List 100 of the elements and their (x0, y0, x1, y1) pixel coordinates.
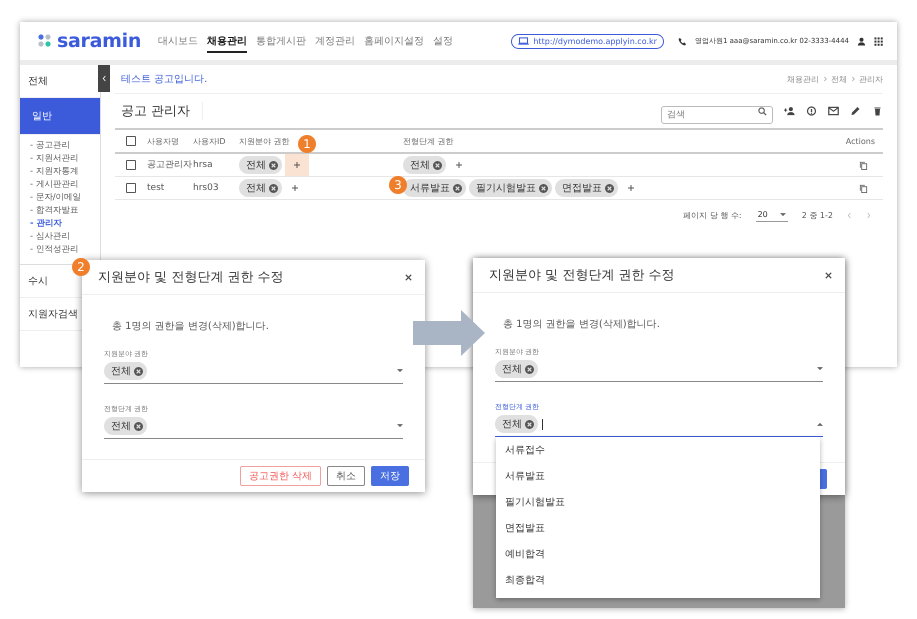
chip[interactable]: 서류발표 (403, 179, 466, 197)
sidebar-subitem[interactable]: - 인적성관리 (30, 244, 90, 256)
plus-icon[interactable] (293, 161, 301, 169)
arrow-icon (413, 310, 485, 356)
caret-icon[interactable] (780, 212, 786, 216)
nav-tab[interactable]: 채용관리 (207, 30, 247, 52)
breadcrumb-item[interactable]: 전체 (831, 74, 847, 84)
dialog-message: 총 1명의 권한을 변경(삭제)합니다. (112, 320, 270, 333)
search-field[interactable]: 검색 (661, 106, 773, 124)
nav-tab[interactable]: 대시보드 (158, 30, 198, 52)
caret-icon[interactable] (817, 422, 823, 426)
chip[interactable]: 면접발표 (555, 179, 618, 197)
sidebar-subitem[interactable]: - 관리자 (30, 218, 90, 230)
menu-option[interactable]: 서류발표 (496, 464, 820, 489)
caret-icon[interactable] (397, 369, 403, 373)
checkbox[interactable] (126, 160, 136, 170)
menu-option[interactable]: 필기시험발표 (496, 490, 820, 515)
close-icon[interactable] (824, 270, 833, 280)
dialog-title: 지원분야 및 전형단계 권한 수정 (98, 269, 284, 286)
remove-icon[interactable] (525, 364, 534, 374)
rows-per-page-label: 페이지 당 행 수: (683, 210, 742, 220)
remove-icon[interactable] (134, 366, 143, 376)
save-button[interactable]: 저장 (371, 466, 409, 486)
chip[interactable]: 전체 (495, 415, 538, 433)
sidebar-item[interactable]: 일반 (20, 98, 100, 135)
notice-text: 테스트 공고입니다. (121, 73, 208, 86)
column-header: 전형단계 권한 (403, 136, 454, 146)
remove-icon[interactable] (525, 420, 534, 428)
chip[interactable]: 전체 (403, 156, 446, 174)
menu-option[interactable]: 최종합격 (496, 568, 820, 593)
laptop-icon (518, 37, 530, 45)
table-cell-text: 공고관리자 (147, 158, 193, 172)
dialog-message: 총 1명의 권한을 변경(삭제)합니다. (503, 318, 661, 331)
add-person-icon[interactable] (784, 106, 795, 116)
close-icon[interactable] (404, 272, 413, 282)
checkbox[interactable] (126, 136, 136, 146)
trash-icon[interactable] (872, 106, 883, 116)
sidebar-subitem[interactable]: - 합격자발표 (30, 204, 90, 216)
mail-icon[interactable] (828, 106, 839, 116)
table-cell-text: hrs03 (193, 182, 220, 194)
checkbox[interactable] (126, 183, 136, 193)
phone-icon (678, 36, 687, 46)
sidebar-subitem[interactable]: - 지원서관리 (30, 152, 90, 164)
chip[interactable]: 전체 (239, 156, 282, 174)
chevron-icon[interactable] (102, 75, 106, 82)
menu-option[interactable]: 예비합격 (496, 542, 820, 567)
chip[interactable]: 전체 (239, 179, 282, 197)
menu-option[interactable]: 면접발표 (496, 516, 820, 541)
sidebar-subitem[interactable]: - 지원자통계 (30, 166, 90, 178)
column-header: 지원분야 권한 (239, 136, 290, 146)
column-header: 사용자명 (147, 136, 179, 146)
person-icon[interactable] (857, 36, 866, 46)
menu-option[interactable]: 서류접수 (496, 438, 820, 463)
column-header: Actions (846, 136, 875, 146)
sidebar-subitem[interactable]: - 문자/이메일 (30, 192, 90, 204)
page-range: 2 중 1-2 (802, 210, 833, 220)
plus-icon[interactable] (627, 184, 635, 192)
chevron-icon (823, 76, 827, 82)
sidebar-subitem[interactable]: - 심사관리 (30, 230, 90, 242)
rows-per-page-select[interactable]: 20 (756, 208, 788, 222)
add-button[interactable] (285, 154, 309, 176)
logo-text: saramin (57, 30, 142, 52)
sidebar-subitem[interactable]: - 게시판관리 (30, 178, 90, 190)
panel-title: 공고 관리자 (121, 102, 204, 120)
remove-icon[interactable] (269, 184, 278, 192)
breadcrumb-item[interactable]: 채용관리 (787, 74, 819, 84)
remove-icon[interactable] (269, 160, 278, 170)
plus-icon[interactable] (455, 161, 463, 169)
caret-icon[interactable] (397, 424, 403, 428)
remove-icon[interactable] (433, 160, 442, 170)
table-cell-text: test (147, 182, 166, 194)
chevron-icon (851, 76, 855, 82)
chip[interactable]: 전체 (104, 417, 147, 435)
dialog-title: 지원분야 및 전형단계 권한 수정 (489, 267, 675, 284)
remove-icon[interactable] (605, 184, 614, 192)
table-cell-text: hrsa (193, 158, 214, 172)
site-link[interactable]: http://dymodemo.applyin.co.kr (511, 34, 664, 48)
apps-icon[interactable] (874, 36, 883, 46)
sidebar-subitem[interactable]: - 공고관리 (30, 140, 90, 152)
chip[interactable]: 필기시험발표 (469, 179, 552, 197)
logo-icon (38, 34, 52, 48)
chip[interactable]: 전체 (495, 360, 538, 378)
plus-icon[interactable] (291, 184, 299, 192)
search-icon (758, 106, 767, 116)
chip[interactable]: 전체 (104, 362, 147, 380)
nav-tab[interactable]: 계정관리 (315, 30, 355, 52)
column-header: 사용자ID (193, 136, 226, 146)
text-cursor (542, 418, 543, 430)
breadcrumb-item[interactable]: 관리자 (859, 74, 883, 84)
info-icon[interactable] (806, 106, 817, 116)
pencil-icon[interactable] (850, 106, 861, 116)
remove-icon[interactable] (453, 184, 462, 192)
copy-icon[interactable] (858, 184, 868, 192)
copy-icon[interactable] (858, 160, 868, 170)
nav-tab[interactable]: 통합게시판 (256, 30, 306, 52)
remove-icon[interactable] (134, 422, 143, 430)
cancel-button[interactable]: 취소 (327, 466, 365, 486)
nav-tab[interactable]: 설정 (433, 30, 453, 52)
nav-tab[interactable]: 홈페이지설정 (364, 30, 424, 52)
remove-icon[interactable] (539, 184, 548, 192)
